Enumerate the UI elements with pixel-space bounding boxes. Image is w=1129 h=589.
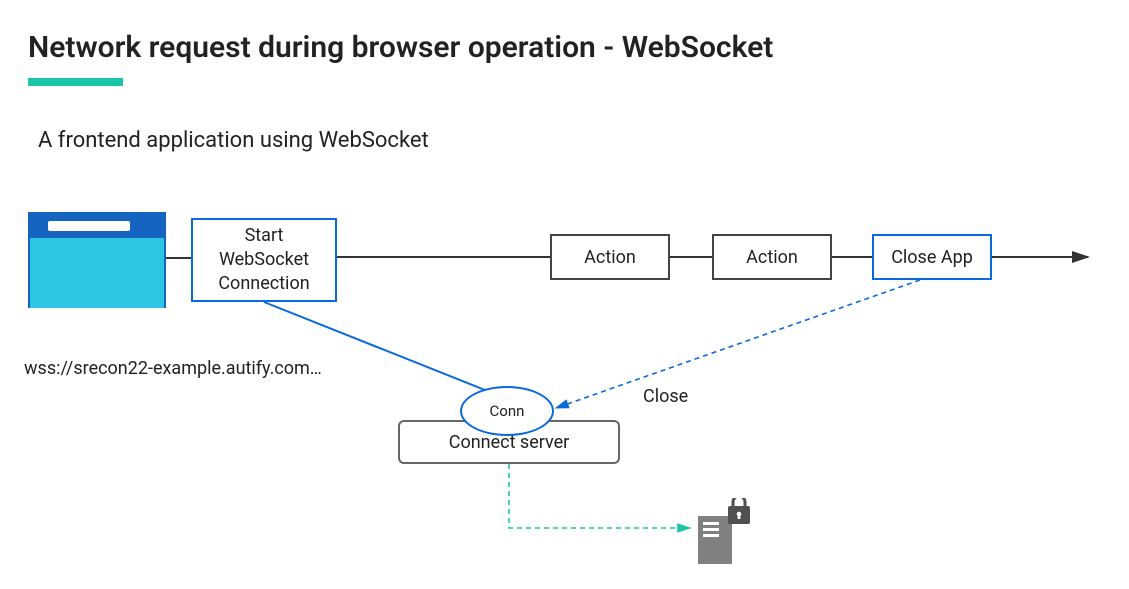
action-box-1: Action <box>550 234 670 280</box>
slide-subtitle: A frontend application using WebSocket <box>38 128 429 153</box>
server-icon <box>694 498 754 568</box>
slide-title: Network request during browser operation… <box>28 30 773 65</box>
close-edge-label: Close <box>643 386 688 407</box>
browser-titlebar <box>30 214 164 238</box>
close-app-box: Close App <box>872 234 992 280</box>
wss-url-label: wss://srecon22-example.autify.com… <box>24 358 322 379</box>
action-2-label: Action <box>746 247 798 268</box>
browser-body <box>30 238 164 308</box>
conn-label: Conn <box>490 402 525 420</box>
action-box-2: Action <box>712 234 832 280</box>
start-websocket-connection-box: Start WebSocket Connection <box>191 218 337 302</box>
close-app-label: Close App <box>891 247 973 268</box>
browser-icon <box>28 212 166 308</box>
conn-ellipse: Conn <box>460 386 554 436</box>
browser-tab <box>48 221 130 231</box>
start-websocket-label: Start WebSocket Connection <box>218 224 309 297</box>
connector-layer <box>0 0 1129 589</box>
action-1-label: Action <box>584 247 636 268</box>
title-underline <box>28 78 123 86</box>
